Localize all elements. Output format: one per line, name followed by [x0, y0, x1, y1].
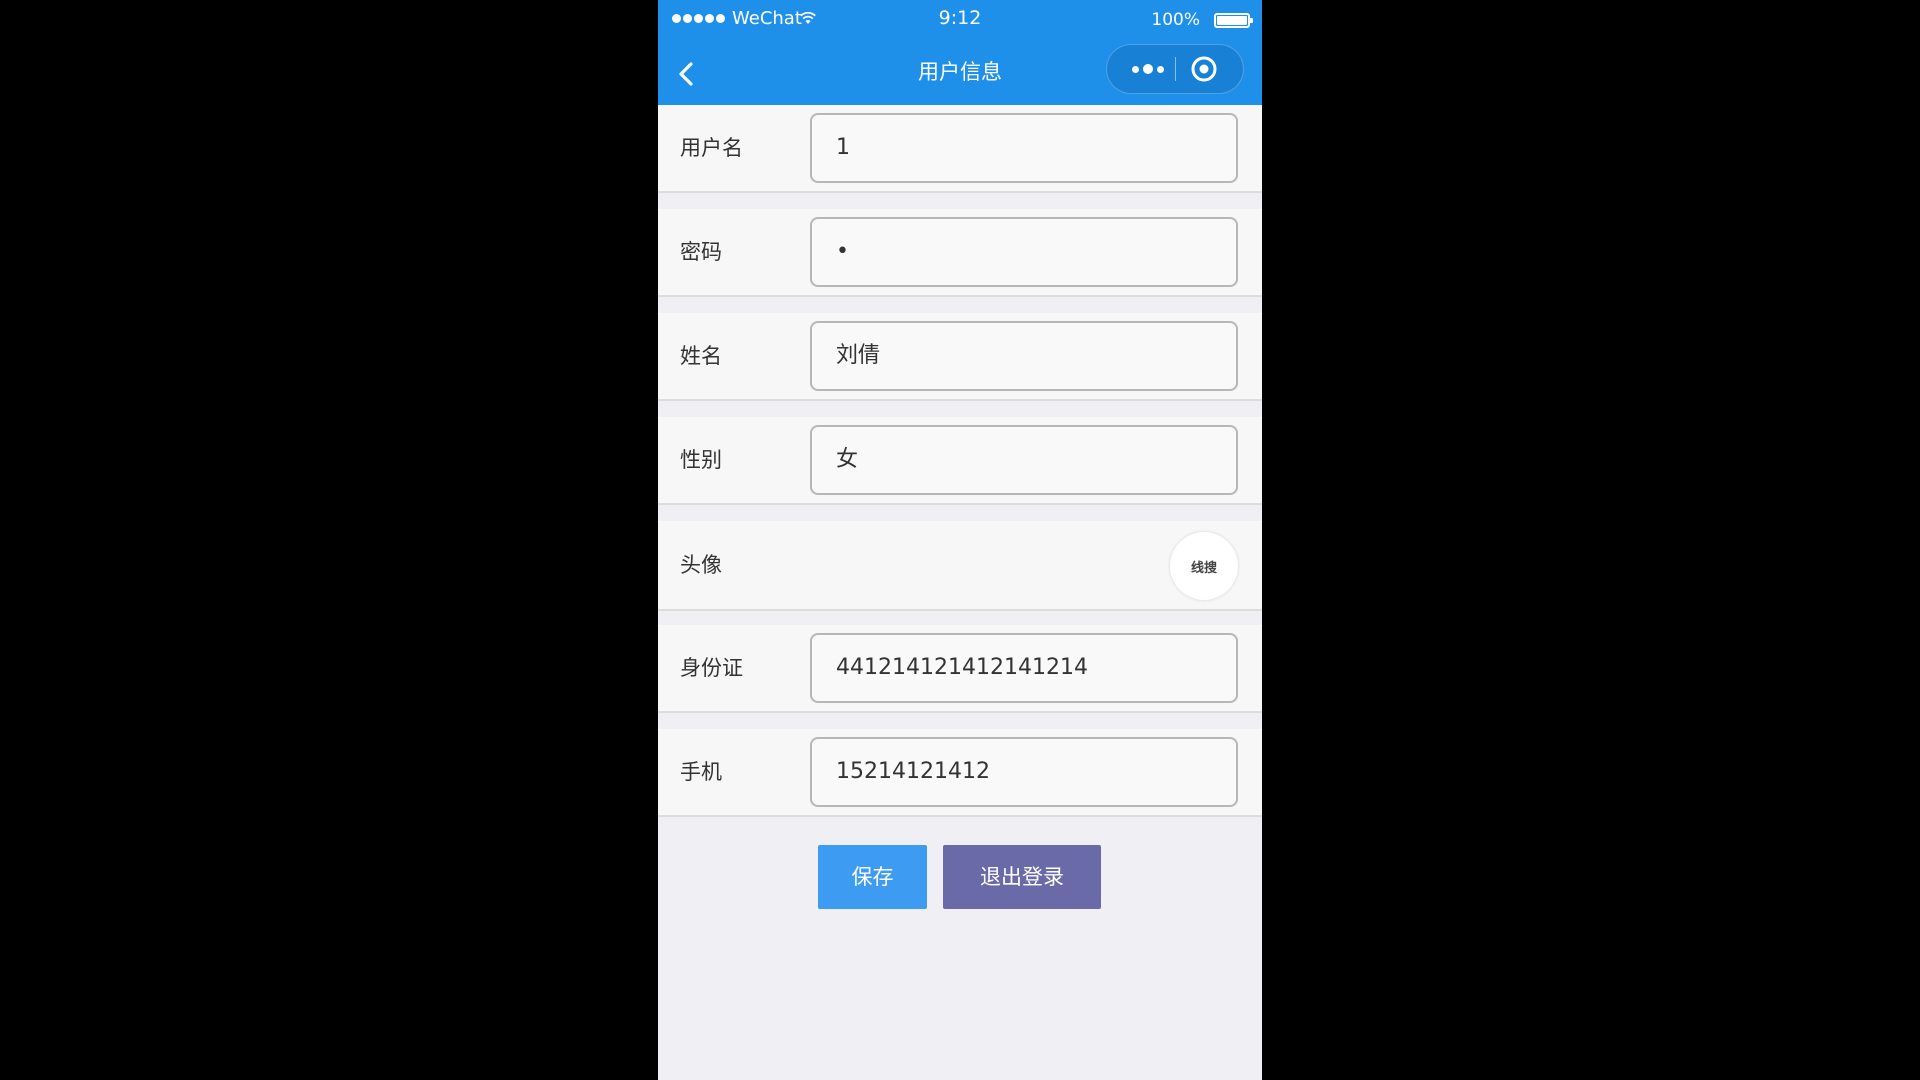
- battery-percentage: 100%: [1151, 10, 1200, 30]
- name-input[interactable]: 刘倩: [810, 321, 1238, 391]
- phone-row: 手机 15214121412: [658, 729, 1262, 817]
- password-row: 密码 •: [658, 209, 1262, 297]
- close-mini-program-icon[interactable]: [1189, 54, 1219, 84]
- action-buttons: 保存 退出登录: [658, 845, 1262, 910]
- avatar-label: 头像: [680, 553, 722, 577]
- name-row: 姓名 刘倩: [658, 313, 1262, 401]
- gender-row: 性别 女: [658, 417, 1262, 505]
- username-label: 用户名: [680, 136, 743, 160]
- phone-label: 手机: [680, 760, 722, 784]
- status-bar: WeChat 9:12 100%: [658, 0, 1262, 40]
- gender-label: 性别: [680, 448, 722, 472]
- logout-button[interactable]: 退出登录: [943, 845, 1101, 909]
- password-input[interactable]: •: [810, 217, 1238, 287]
- phone-input[interactable]: 15214121412: [810, 737, 1238, 807]
- navigation-bar: 用户信息: [658, 40, 1262, 105]
- name-label: 姓名: [680, 344, 722, 368]
- battery-icon: [1214, 13, 1253, 28]
- capsule-divider: [1175, 57, 1176, 81]
- password-label: 密码: [680, 240, 722, 264]
- id-card-label: 身份证: [680, 656, 743, 680]
- avatar-image[interactable]: 线搜: [1170, 532, 1238, 600]
- gender-input[interactable]: 女: [810, 425, 1238, 495]
- avatar-row: 头像 线搜: [658, 521, 1262, 611]
- username-row: 用户名 1: [658, 105, 1262, 193]
- username-input[interactable]: 1: [810, 113, 1238, 183]
- id-card-input[interactable]: 441214121412141214: [810, 633, 1238, 703]
- more-options-icon[interactable]: [1121, 45, 1175, 93]
- id-card-row: 身份证 441214121412141214: [658, 625, 1262, 713]
- save-button[interactable]: 保存: [818, 845, 927, 909]
- phone-screen: WeChat 9:12 100% 用户信息 用户名 1 密码 • 姓名 刘倩 性…: [658, 0, 1262, 1080]
- mini-program-capsule: [1106, 44, 1244, 94]
